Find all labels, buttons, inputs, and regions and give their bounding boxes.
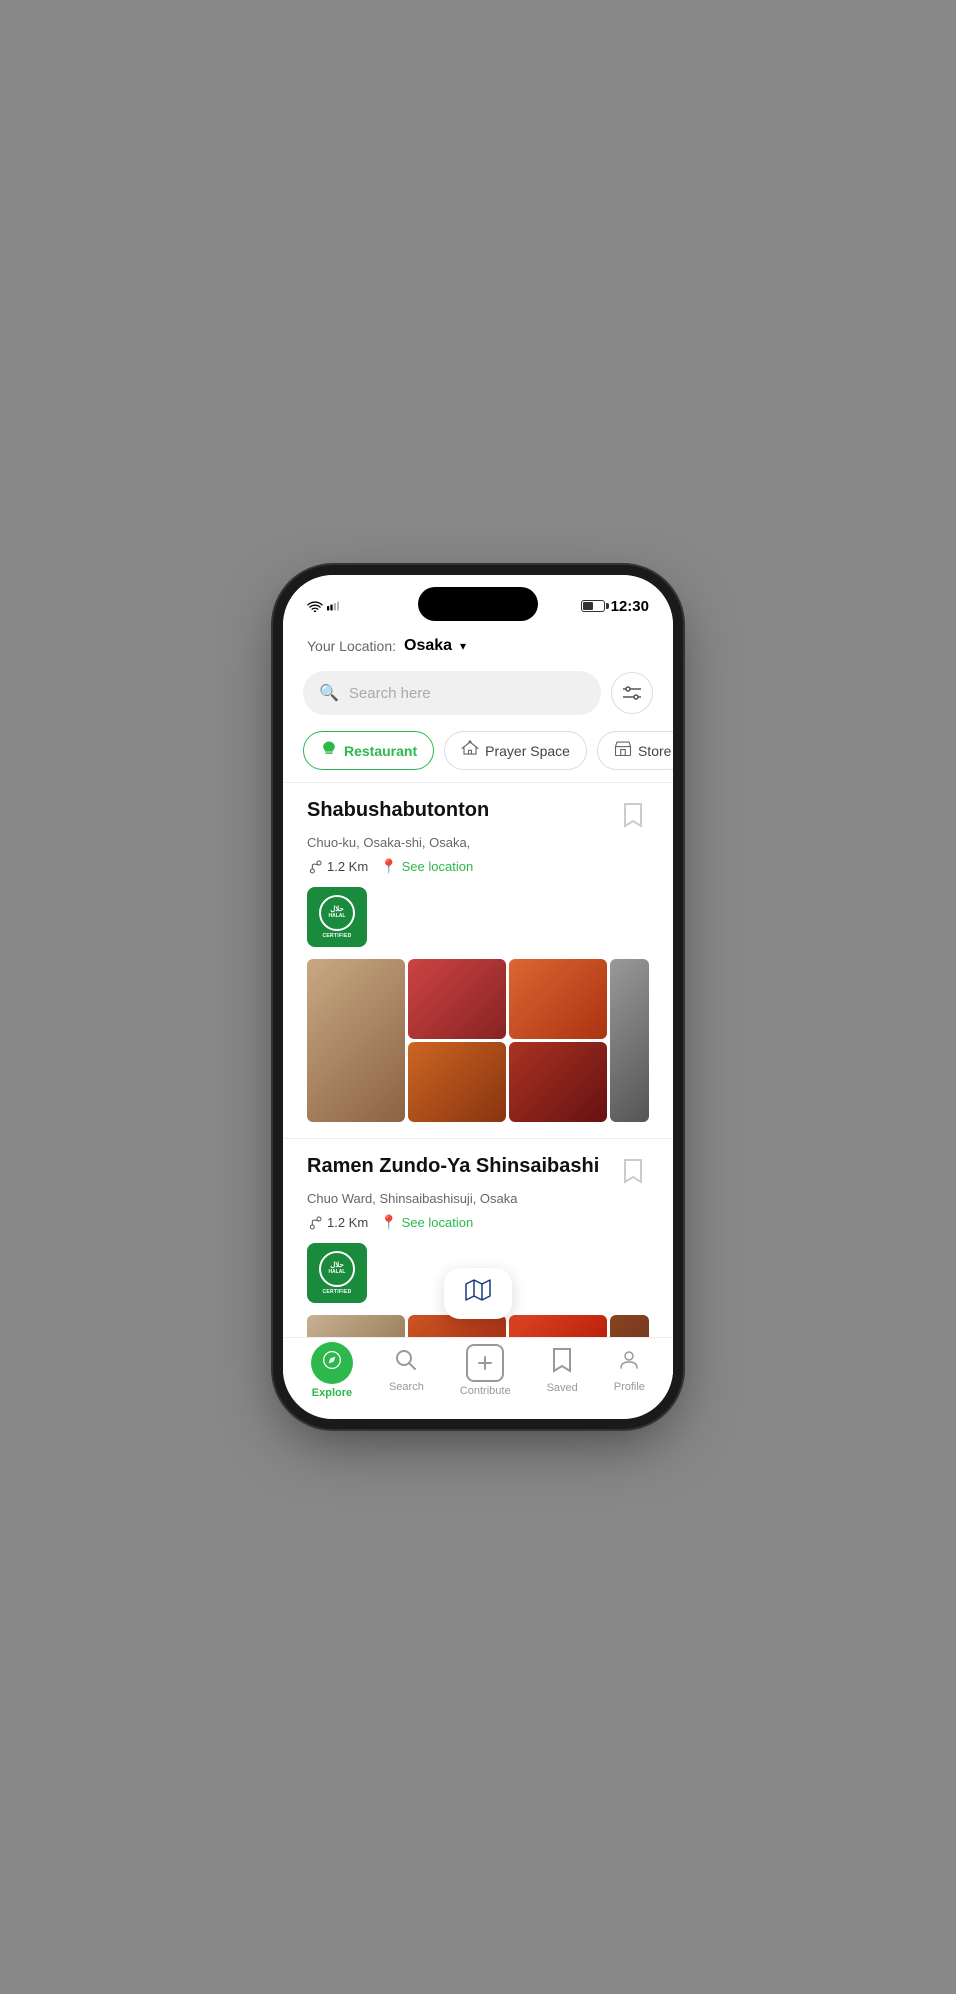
halal-text-1: حلال HALAL bbox=[329, 906, 346, 919]
nav-search-label: Search bbox=[389, 1381, 424, 1393]
tab-prayer-label: Prayer Space bbox=[485, 743, 570, 759]
photo-1-6 bbox=[509, 1042, 607, 1122]
halal-circle-2: حلال HALAL bbox=[319, 1251, 355, 1287]
search-row: 🔍 Search here bbox=[283, 663, 673, 723]
restaurant-name-1: Shabushabutonton bbox=[307, 799, 617, 822]
nav-contribute-label: Contribute bbox=[460, 1385, 511, 1397]
location-pin-icon-1: 📍 bbox=[380, 858, 397, 875]
profile-icon bbox=[617, 1348, 641, 1378]
photo-1-1 bbox=[307, 959, 405, 1122]
location-pin-icon-2: 📍 bbox=[380, 1214, 397, 1231]
chevron-down-icon[interactable]: ▾ bbox=[460, 639, 466, 653]
explore-icon bbox=[311, 1342, 353, 1384]
saved-icon bbox=[551, 1347, 573, 1379]
status-bar: 12:30 bbox=[283, 575, 673, 625]
see-location-2[interactable]: 📍 See location bbox=[380, 1214, 473, 1231]
tab-store-label: Store bbox=[638, 743, 671, 759]
nav-search[interactable]: Search bbox=[377, 1344, 436, 1397]
photo-1-2 bbox=[408, 959, 506, 1039]
halal-certified-text-1: CERTIFIED bbox=[322, 933, 351, 939]
nav-explore[interactable]: Explore bbox=[299, 1338, 365, 1403]
halal-badge-2: حلال HALAL CERTIFIED bbox=[307, 1243, 367, 1303]
store-icon bbox=[614, 740, 632, 761]
category-tabs: Restaurant Prayer Space bbox=[283, 723, 673, 782]
see-location-label-1: See location bbox=[402, 859, 474, 874]
search-nav-icon bbox=[394, 1348, 418, 1378]
photo-1-5 bbox=[408, 1042, 506, 1122]
bookmark-button-1[interactable] bbox=[617, 799, 649, 831]
nav-saved[interactable]: Saved bbox=[535, 1343, 590, 1398]
halal-badge-1: حلال HALAL CERTIFIED bbox=[307, 887, 367, 947]
map-icon bbox=[464, 1278, 492, 1309]
distance-item-1: 1.2 Km bbox=[307, 859, 368, 875]
nav-profile[interactable]: Profile bbox=[602, 1344, 657, 1397]
card-header-1: Shabushabutonton bbox=[307, 799, 649, 831]
battery-icon bbox=[581, 600, 605, 612]
status-right: 12:30 bbox=[581, 598, 649, 615]
tab-restaurant[interactable]: Restaurant bbox=[303, 731, 434, 770]
distance-item-2: 1.2 Km bbox=[307, 1215, 368, 1231]
nav-contribute[interactable]: Contribute bbox=[448, 1340, 523, 1401]
location-value: Osaka bbox=[404, 637, 452, 655]
search-icon: 🔍 bbox=[319, 683, 339, 703]
halal-certified-text-2: CERTIFIED bbox=[322, 1289, 351, 1295]
restaurant-address-1: Chuo-ku, Osaka-shi, Osaka, bbox=[307, 835, 649, 850]
photo-1-4 bbox=[610, 959, 649, 1122]
card-header-2: Ramen Zundo-Ya Shinsaibashi bbox=[307, 1155, 649, 1187]
see-location-label-2: See location bbox=[402, 1215, 474, 1230]
location-label: Your Location: bbox=[307, 638, 396, 654]
bookmark-button-2[interactable] bbox=[617, 1155, 649, 1187]
tab-prayer[interactable]: Prayer Space bbox=[444, 731, 587, 770]
bottom-nav: Explore Search Contribute bbox=[283, 1337, 673, 1419]
photo-1-3 bbox=[509, 959, 607, 1039]
distance-value-1: 1.2 Km bbox=[327, 859, 368, 874]
location-bar: Your Location: Osaka ▾ bbox=[283, 625, 673, 663]
time-display: 12:30 bbox=[611, 598, 649, 615]
restaurant-icon bbox=[320, 740, 338, 761]
contribute-icon bbox=[466, 1344, 504, 1382]
distance-row-1: 1.2 Km 📍 See location bbox=[307, 858, 649, 875]
dynamic-island bbox=[418, 587, 538, 621]
restaurant-address-2: Chuo Ward, Shinsaibashisuji, Osaka bbox=[307, 1191, 649, 1206]
nav-saved-label: Saved bbox=[547, 1382, 578, 1394]
distance-row-2: 1.2 Km 📍 See location bbox=[307, 1214, 649, 1231]
phone-frame: 12:30 Your Location: Osaka ▾ 🔍 Search he… bbox=[283, 575, 673, 1419]
halal-circle-1: حلال HALAL bbox=[319, 895, 355, 931]
see-location-1[interactable]: 📍 See location bbox=[380, 858, 473, 875]
distance-value-2: 1.2 Km bbox=[327, 1215, 368, 1230]
search-placeholder: Search here bbox=[349, 685, 431, 702]
tab-restaurant-label: Restaurant bbox=[344, 743, 417, 759]
nav-profile-label: Profile bbox=[614, 1381, 645, 1393]
nav-explore-label: Explore bbox=[312, 1387, 352, 1399]
restaurant-name-2: Ramen Zundo-Ya Shinsaibashi bbox=[307, 1155, 617, 1178]
photo-grid-1 bbox=[307, 959, 649, 1122]
status-icons bbox=[307, 600, 339, 612]
tab-store[interactable]: Store bbox=[597, 731, 673, 770]
halal-text-2: حلال HALAL bbox=[329, 1262, 346, 1275]
search-bar[interactable]: 🔍 Search here bbox=[303, 671, 601, 715]
filter-button[interactable] bbox=[611, 672, 653, 714]
map-fab[interactable] bbox=[444, 1268, 512, 1319]
prayer-icon bbox=[461, 740, 479, 761]
restaurant-card-1: Shabushabutonton Chuo-ku, Osaka-shi, Osa… bbox=[283, 782, 673, 1122]
